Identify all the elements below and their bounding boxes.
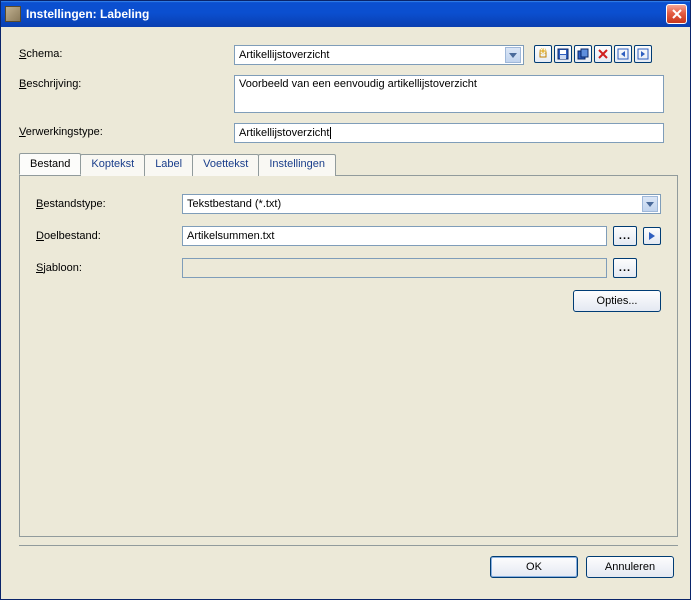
cancel-button[interactable]: Annuleren [586, 556, 674, 578]
verwerkingstype-label: Verwerkingstype: [19, 123, 234, 138]
next-button[interactable] [634, 45, 652, 63]
tab-instellingen[interactable]: Instellingen [258, 154, 336, 176]
doelbestand-label: Doelbestand: [36, 230, 176, 242]
sjabloon-browse-button[interactable]: ... [613, 258, 637, 278]
options-button[interactable]: OOpties...pties... [573, 290, 661, 312]
tab-bestand[interactable]: Bestand [19, 153, 81, 175]
tab-row: Bestand Koptekst Label Voettekst Instell… [19, 153, 678, 175]
footer-buttons: OK Annuleren [19, 556, 678, 578]
verwerkingstype-input[interactable]: Artikellijstoverzicht [234, 123, 664, 143]
new-button[interactable] [534, 45, 552, 63]
tab-voettekst[interactable]: Voettekst [192, 154, 259, 176]
schema-label: Schema: [19, 45, 234, 60]
doelbestand-run-button[interactable] [643, 227, 661, 245]
close-button[interactable] [666, 4, 687, 24]
beschrijving-textarea[interactable]: Voorbeeld van een eenvoudig artikellijst… [234, 75, 664, 113]
schema-toolbar [534, 45, 652, 63]
beschrijving-label: Beschrijving: [19, 75, 234, 90]
schema-combo[interactable]: Artikellijstoverzicht [234, 45, 524, 65]
bestandstype-combo-text: Tekstbestand (*.txt) [187, 198, 642, 210]
chevron-down-icon [642, 196, 658, 212]
app-icon [5, 6, 21, 22]
chevron-down-icon [505, 47, 521, 63]
titlebar: Instellingen: Labeling [1, 1, 690, 27]
tab-label[interactable]: Label [144, 154, 193, 176]
window-title: Instellingen: Labeling [26, 7, 666, 21]
sjabloon-label: Sjabloon: [36, 262, 176, 274]
footer-separator [19, 545, 678, 546]
prev-button[interactable] [614, 45, 632, 63]
verwerkingstype-text: Artikellijstoverzicht [239, 127, 329, 139]
doelbestand-input[interactable] [182, 226, 607, 246]
copy-button[interactable] [574, 45, 592, 63]
dialog-window: Instellingen: Labeling Schema: Artikelli… [0, 0, 691, 600]
sjabloon-input[interactable] [182, 258, 607, 278]
text-caret [330, 127, 331, 139]
bestandstype-label: Bestandstype: [36, 198, 176, 210]
bestandstype-combo[interactable]: Tekstbestand (*.txt) [182, 194, 661, 214]
doelbestand-browse-button[interactable]: ... [613, 226, 637, 246]
ok-button[interactable]: OK [490, 556, 578, 578]
delete-button[interactable] [594, 45, 612, 63]
tab-panel-bestand: Bestandstype: Tekstbestand (*.txt) Doelb… [19, 175, 678, 537]
tab-koptekst[interactable]: Koptekst [80, 154, 145, 176]
save-button[interactable] [554, 45, 572, 63]
schema-combo-text: Artikellijstoverzicht [239, 49, 505, 61]
